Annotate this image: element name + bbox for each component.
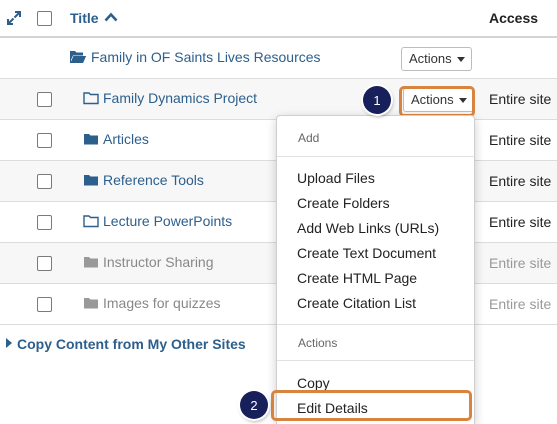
row-checkbox[interactable]: [37, 215, 52, 230]
menu-item-copy[interactable]: Copy: [297, 375, 330, 391]
access-value: Entire site: [489, 214, 552, 230]
folder-item[interactable]: Instructor Sharing: [83, 254, 214, 270]
row-checkbox[interactable]: [37, 174, 52, 189]
title-column-header[interactable]: Title: [70, 10, 99, 26]
row-checkbox[interactable]: [37, 92, 52, 107]
menu-divider: [277, 156, 474, 157]
folder-item[interactable]: Reference Tools: [83, 172, 204, 188]
folder-name[interactable]: Reference Tools: [103, 172, 204, 188]
menu-item-create-folders[interactable]: Create Folders: [297, 195, 390, 211]
row-checkbox[interactable]: [37, 133, 52, 148]
row-checkbox[interactable]: [37, 256, 52, 271]
folder-name[interactable]: Instructor Sharing: [103, 254, 214, 270]
edit-details-highlight: [271, 390, 472, 421]
folder-item[interactable]: Images for quizzes: [83, 295, 221, 311]
step-badge-2: 2: [240, 391, 268, 419]
folder-icon: [84, 298, 98, 309]
folder-item[interactable]: Family Dynamics Project: [83, 90, 257, 106]
table-header: Title Access: [0, 0, 557, 38]
menu-item-upload-files[interactable]: Upload Files: [297, 170, 375, 186]
folder-icon: [84, 134, 98, 145]
access-column-header: Access: [489, 10, 539, 26]
caret-right-icon: [6, 338, 12, 348]
actions-button[interactable]: Actions: [401, 47, 472, 71]
access-value: Entire site: [489, 255, 552, 271]
expand-arrows-icon[interactable]: [6, 10, 22, 26]
menu-divider: [277, 324, 474, 325]
menu-item-add-web-links[interactable]: Add Web Links (URLs): [297, 220, 439, 236]
folder-icon: [84, 175, 98, 186]
step-badge-1: 1: [363, 86, 391, 114]
folder-name[interactable]: Images for quizzes: [103, 295, 221, 311]
add-section-header: Add: [298, 131, 320, 145]
access-value: Entire site: [489, 296, 552, 312]
actions-button-label: Actions: [409, 51, 452, 66]
caret-up-icon[interactable]: [104, 12, 118, 22]
access-value: Entire site: [489, 173, 552, 189]
menu-item-create-citation-list[interactable]: Create Citation List: [297, 295, 416, 311]
folder-name[interactable]: Family Dynamics Project: [103, 90, 257, 106]
folder-open-icon: [70, 51, 86, 63]
actions-section-header: Actions: [298, 336, 338, 350]
folder-name[interactable]: Articles: [103, 131, 149, 147]
menu-item-create-html-page[interactable]: Create HTML Page: [297, 270, 417, 286]
access-value: Entire site: [489, 91, 552, 107]
table-row: Family in OF Saints Lives Resources Acti…: [0, 38, 557, 79]
actions-dropdown-menu: Add Upload Files Create Folders Add Web …: [276, 115, 475, 424]
folder-outline-icon: [83, 215, 99, 228]
menu-divider: [277, 360, 474, 361]
folder-icon: [84, 257, 98, 268]
copy-content-link[interactable]: Copy Content from My Other Sites: [17, 336, 246, 352]
row-checkbox[interactable]: [37, 297, 52, 312]
folder-item[interactable]: Articles: [83, 131, 149, 147]
caret-down-icon: [456, 57, 465, 62]
menu-item-create-text-document[interactable]: Create Text Document: [297, 245, 436, 261]
folder-name[interactable]: Family in OF Saints Lives Resources: [91, 49, 321, 65]
folder-item[interactable]: Lecture PowerPoints: [83, 213, 232, 229]
access-value: Entire site: [489, 132, 552, 148]
select-all-checkbox[interactable]: [37, 11, 52, 26]
folder-outline-icon: [83, 92, 99, 105]
folder-name[interactable]: Lecture PowerPoints: [103, 213, 232, 229]
actions-highlight: [399, 86, 475, 117]
folder-item[interactable]: Family in OF Saints Lives Resources: [69, 49, 321, 65]
